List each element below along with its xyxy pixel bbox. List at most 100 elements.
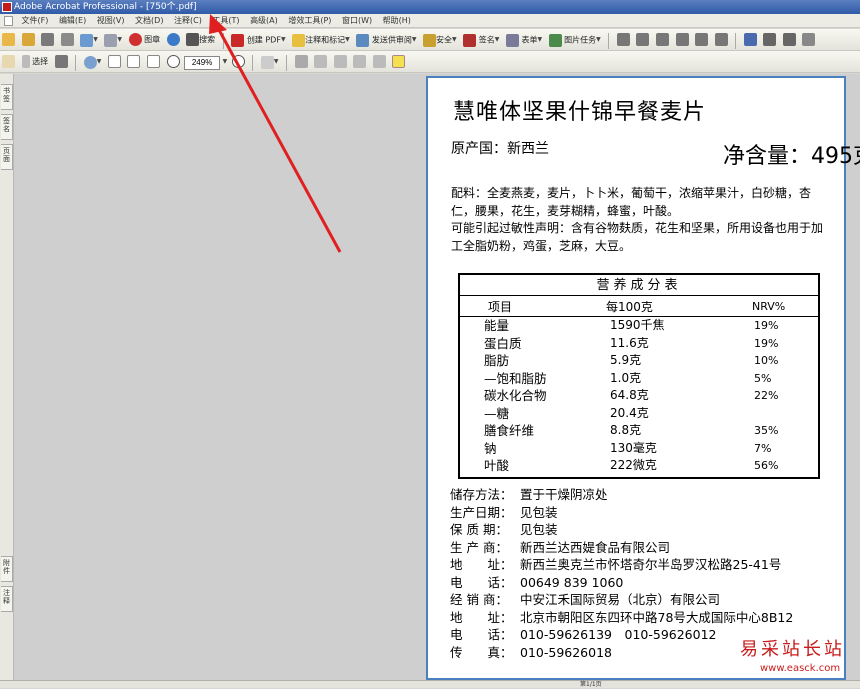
rotate-button[interactable] — [293, 53, 310, 71]
touchup-button[interactable] — [761, 31, 778, 49]
menu-tools[interactable]: 工具(T) — [208, 14, 243, 28]
advanced-tool-2-button[interactable] — [634, 31, 651, 49]
menu-file[interactable]: 文件(F) — [18, 14, 53, 28]
tab-bookmarks[interactable]: 书签 — [1, 84, 13, 110]
select-text-button[interactable]: 选择 — [20, 53, 51, 71]
chevron-down-icon: ▼ — [537, 36, 543, 43]
nutrient-name: 脂肪 — [484, 353, 510, 368]
hand-tool-button[interactable] — [0, 53, 17, 71]
secure-button[interactable]: 安全▼ — [421, 31, 459, 49]
info-value: 00649 839 1060 — [520, 574, 624, 590]
globe-icon — [166, 33, 180, 46]
back-button[interactable] — [351, 53, 368, 71]
zoom-in-button[interactable] — [230, 53, 247, 71]
arrow-right-icon — [372, 55, 386, 68]
nutrient-amount: 64.8克 — [610, 388, 649, 402]
printer-icon — [60, 33, 74, 46]
pdf-page[interactable]: 慧唯体坚果什锦早餐麦片 原产国：新西兰 净含量：495克 配料：全麦燕麦，麦片，… — [426, 76, 860, 680]
toolbar-separator — [735, 32, 737, 49]
open-button[interactable] — [0, 31, 17, 49]
review-icon — [356, 33, 370, 47]
organizer-button[interactable] — [20, 31, 37, 49]
advanced-tool-5-button[interactable] — [693, 31, 710, 49]
menu-comments[interactable]: 注释(C) — [170, 14, 206, 28]
actual-size-button[interactable] — [106, 53, 123, 71]
advanced-tool-1-button[interactable] — [615, 31, 632, 49]
organizer-icon — [21, 33, 35, 46]
tab-pages[interactable]: 页面 — [1, 144, 13, 170]
stamp-label: 图章 — [144, 35, 161, 44]
fit-width-button[interactable] — [145, 53, 162, 71]
nutrient-name: 能量 — [484, 318, 510, 333]
folder-icon — [2, 33, 15, 46]
snapshot-button[interactable] — [53, 53, 70, 71]
search-button[interactable]: 搜索 — [184, 31, 217, 49]
tab-attachments[interactable]: 附件 — [1, 556, 13, 582]
globe-button[interactable] — [165, 31, 182, 49]
send-review-button[interactable]: 发送供审阅▼ — [354, 31, 418, 49]
prev-view-button[interactable] — [312, 53, 329, 71]
nutrient-nrv: 22% — [754, 389, 779, 402]
info-key: 经 销 商： — [450, 592, 508, 607]
advanced-tool-6-button[interactable] — [713, 31, 730, 49]
allergen-text: 可能引起过敏性声明：含有谷物麸质，花生和坚果，所用设备也用于加工全脂奶粉，鸡蛋，… — [451, 221, 824, 253]
zoom-input[interactable] — [184, 55, 221, 70]
info-line: 保 质 期： 见包装 — [450, 521, 558, 539]
zoom-tool-button[interactable]: ▼ — [82, 53, 104, 71]
create-pdf-button[interactable]: 创建 PDF▼ — [229, 31, 287, 49]
forward-button[interactable] — [371, 53, 388, 71]
highlight-icon — [392, 55, 406, 68]
document-icon[interactable] — [4, 15, 13, 26]
comment-markup-button[interactable]: 注释和标记▼ — [290, 31, 352, 49]
tool-icon — [675, 33, 689, 46]
menu-view[interactable]: 视图(V) — [93, 14, 129, 28]
info-key: 传 真： — [450, 644, 513, 660]
fit-page-button[interactable] — [125, 53, 142, 71]
menu-document[interactable]: 文档(D) — [131, 14, 167, 28]
advanced-tool-4-button[interactable] — [674, 31, 691, 49]
save-button[interactable] — [39, 31, 56, 49]
site-watermark-url: www.easck.com — [760, 663, 841, 674]
nutrient-nrv: 19% — [754, 319, 779, 332]
highlight-button[interactable] — [390, 53, 407, 71]
page-layout-button[interactable]: ▼ — [259, 53, 281, 71]
select-object-button[interactable] — [742, 31, 759, 49]
crop-button[interactable] — [781, 31, 798, 49]
advanced-tool-3-button[interactable] — [654, 31, 671, 49]
chevron-down-icon[interactable]: ▼ — [223, 58, 228, 65]
header-per100g: 每100克 — [606, 300, 653, 314]
ingredients-block: 配料：全麦燕麦，麦片，卜卜米，葡萄干，浓缩苹果汁，白砂糖，杏仁，腰果，花生，麦芽… — [451, 185, 831, 255]
attach-button[interactable]: ▼ — [102, 31, 124, 49]
nutrient-amount: 222微克 — [610, 458, 657, 472]
picture-tasks-button[interactable]: 图片任务▼ — [547, 31, 603, 49]
link-button[interactable] — [800, 31, 817, 49]
sign-label: 签名 — [478, 35, 495, 45]
zoom-out-button[interactable] — [165, 53, 182, 71]
toolbar-separator — [222, 32, 224, 49]
print-button[interactable] — [59, 31, 76, 49]
nutrition-header-row: 项目 每100克 NRV% — [460, 297, 818, 317]
acrobat-app-icon — [2, 2, 12, 12]
link-icon — [802, 33, 816, 46]
info-value: 北京市朝阳区东四环中路78号大成国际中心8B12 — [520, 609, 794, 625]
pen-icon — [463, 33, 477, 47]
menu-plugins[interactable]: 增效工具(P) — [284, 14, 335, 28]
menu-help[interactable]: 帮助(H) — [379, 14, 415, 28]
menu-advanced[interactable]: 高级(A) — [246, 14, 282, 28]
next-view-button[interactable] — [332, 53, 349, 71]
tab-comments[interactable]: 注释 — [1, 586, 13, 612]
menu-edit[interactable]: 编辑(E) — [55, 14, 90, 28]
table-row: 能量 1590千焦 19% — [460, 317, 818, 335]
info-line: 生产日期： 见包装 — [450, 504, 558, 522]
forms-button[interactable]: 表单▼ — [504, 31, 544, 49]
fit-width-icon — [147, 55, 160, 68]
window-titlebar: Adobe Acrobat Professional - [750个.pdf] — [0, 0, 860, 14]
crop-icon — [782, 33, 796, 46]
stamp-button[interactable]: 图章 — [127, 31, 163, 49]
menu-window[interactable]: 窗口(W) — [338, 14, 376, 28]
sign-button[interactable]: 签名▼ — [461, 31, 501, 49]
layout-icon — [260, 55, 274, 69]
paperclip-icon — [104, 33, 118, 47]
tab-signatures[interactable]: 签名 — [1, 114, 13, 140]
email-button[interactable]: ▼ — [78, 31, 100, 49]
